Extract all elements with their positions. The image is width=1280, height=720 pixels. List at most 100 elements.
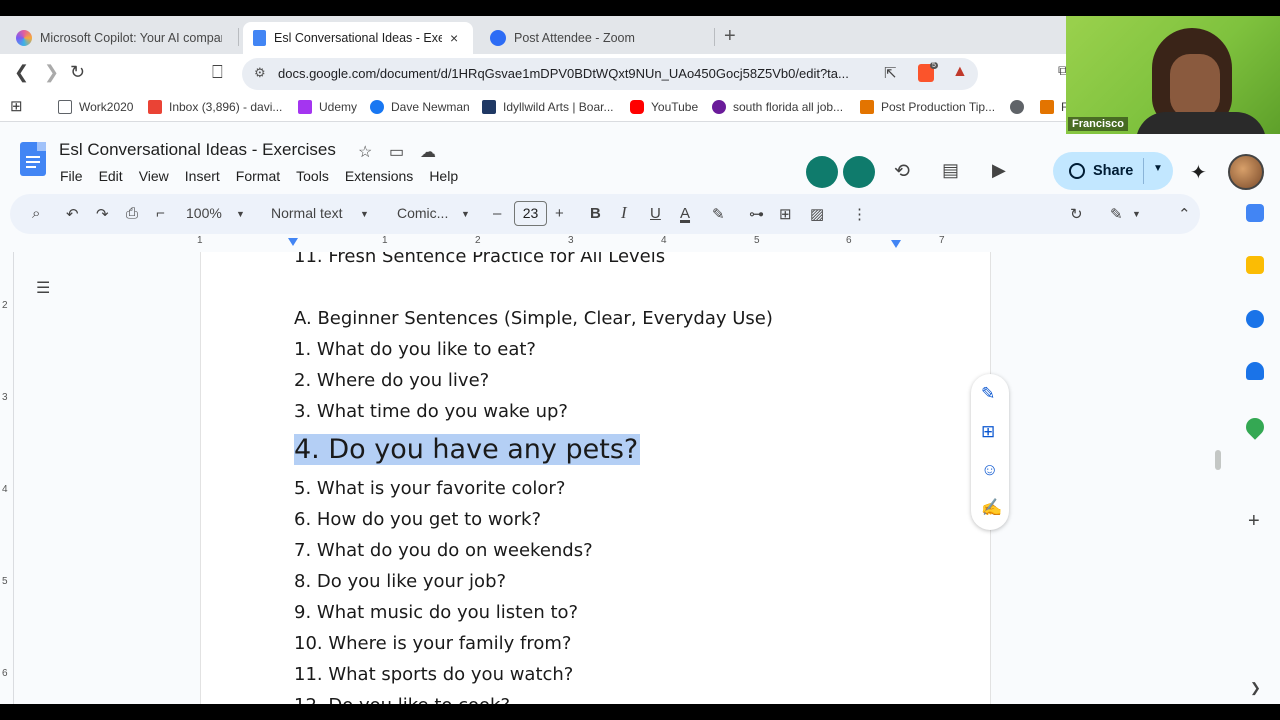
horizontal-ruler[interactable]: 1 1 2 3 4 5 6 7 — [197, 234, 990, 252]
menu-tools[interactable]: Tools — [296, 168, 329, 184]
avatar[interactable] — [1228, 154, 1264, 190]
undo-icon[interactable]: ↶ — [66, 205, 79, 223]
udemy-icon — [298, 100, 312, 114]
right-indent-marker[interactable] — [891, 240, 901, 248]
menu-format[interactable]: Format — [236, 168, 280, 184]
chevron-down-icon[interactable]: ▼ — [461, 209, 470, 219]
chevron-down-icon[interactable]: ▼ — [236, 209, 245, 219]
move-folder-icon[interactable]: ▭ — [389, 142, 404, 162]
highlight-color-icon[interactable]: ✎ — [712, 205, 725, 223]
bookmark-idyllwild[interactable]: Idyllwild Arts | Boar... — [482, 100, 614, 114]
add-comment-icon[interactable]: ⊞ — [981, 422, 995, 442]
ruler-number: 2 — [2, 300, 8, 311]
maps-icon[interactable] — [1242, 414, 1268, 440]
left-indent-marker[interactable] — [288, 238, 298, 246]
hide-menus-icon[interactable]: ⌃ — [1178, 205, 1191, 223]
tab-esl-doc[interactable]: Esl Conversational Ideas - Exercises × — [243, 22, 473, 54]
bookmark-udemy[interactable]: Udemy — [298, 100, 357, 114]
share-divider — [1143, 158, 1144, 184]
font-size-input[interactable]: 23 — [514, 201, 547, 226]
bookmark-post-production[interactable]: Post Production Tip... — [860, 100, 995, 114]
zoom-select[interactable]: 100% — [186, 205, 222, 221]
help-me-write-icon[interactable]: ✎ — [981, 384, 995, 404]
comments-icon[interactable]: ▤ — [942, 160, 959, 181]
url-field[interactable]: ⚙ docs.google.com/document/d/1HRqGsvae1m… — [242, 58, 978, 90]
bookmark-icon[interactable]: ⎕ — [212, 62, 223, 83]
text-color-button[interactable]: A — [680, 205, 690, 222]
tasks-icon[interactable] — [1246, 310, 1264, 328]
keep-icon[interactable] — [1246, 256, 1264, 274]
tab-copilot[interactable]: Microsoft Copilot: Your AI companion — [6, 22, 232, 54]
paint-format-icon[interactable]: ⌐ — [156, 205, 165, 222]
bookmark-dave-newman[interactable]: Dave Newman — [370, 100, 470, 114]
chevron-right-icon[interactable]: ❯ — [1250, 680, 1261, 696]
apps-icon[interactable]: ⊞ — [10, 97, 23, 115]
reload-icon[interactable]: ↻ — [70, 62, 85, 83]
contacts-icon[interactable] — [1246, 362, 1264, 380]
redo-icon[interactable]: ↷ — [96, 205, 109, 223]
spellcheck-icon[interactable]: ↻ — [1070, 205, 1083, 223]
increase-font-size-button[interactable]: + — [555, 205, 564, 222]
docs-logo-icon[interactable] — [20, 142, 46, 176]
peace-icon — [712, 100, 726, 114]
star-icon[interactable]: ☆ — [358, 142, 372, 162]
extension-owl-icon[interactable] — [806, 156, 838, 188]
selected-list-item[interactable]: 4. Do you have any pets? — [294, 427, 773, 473]
chevron-down-icon[interactable]: ▼ — [360, 209, 369, 219]
share-page-icon[interactable]: ⇱ — [884, 64, 897, 82]
chevron-down-icon[interactable]: ▼ — [1132, 209, 1141, 219]
italic-button[interactable]: I — [621, 203, 627, 223]
bookmark-youtube[interactable]: YouTube — [630, 100, 698, 114]
font-select[interactable]: Comic... — [397, 205, 448, 221]
bookmark-f[interactable]: F — [1040, 100, 1068, 114]
cloud-status-icon[interactable]: ☁ — [420, 142, 436, 162]
search-icon[interactable]: ⌕ — [32, 205, 40, 222]
version-history-icon[interactable]: ⟲ — [894, 160, 910, 183]
menu-help[interactable]: Help — [429, 168, 458, 184]
document-outline-icon[interactable]: ☰ — [36, 278, 50, 298]
back-icon[interactable]: ❮ — [14, 62, 29, 83]
editing-mode-icon[interactable]: ✎ — [1110, 205, 1123, 223]
forward-icon[interactable]: ❯ — [44, 62, 59, 83]
ruler-number: 4 — [661, 235, 667, 246]
gemini-icon[interactable]: ✦ — [1190, 160, 1207, 185]
menu-extensions[interactable]: Extensions — [345, 168, 413, 184]
extension-deer-icon[interactable] — [843, 156, 875, 188]
bookmark-work2020[interactable]: Work2020 — [58, 100, 133, 114]
menu-file[interactable]: File — [60, 168, 83, 184]
close-tab-icon[interactable]: × — [450, 30, 458, 46]
suggest-edits-icon[interactable]: ✍ — [981, 498, 1002, 518]
calendar-icon[interactable] — [1246, 204, 1264, 222]
brave-rewards-icon[interactable]: ▲ — [952, 63, 968, 81]
bookmark-globe[interactable] — [1010, 100, 1031, 114]
menu-view[interactable]: View — [139, 168, 169, 184]
bookmark-south-florida[interactable]: south florida all job... — [712, 100, 843, 114]
more-options-icon[interactable]: ⋮ — [852, 205, 867, 223]
document-page[interactable]: 11. Fresh Sentence Practice for All Leve… — [200, 252, 991, 704]
bold-button[interactable]: B — [590, 205, 601, 222]
meet-icon[interactable]: ▶ — [992, 160, 1006, 181]
add-addon-icon[interactable]: + — [1248, 510, 1260, 533]
add-comment-icon[interactable]: ⊞ — [779, 205, 792, 223]
underline-button[interactable]: U — [650, 205, 661, 222]
vertical-ruler[interactable]: 2 3 4 5 6 — [0, 252, 14, 704]
document-body[interactable]: 11. Fresh Sentence Practice for All Leve… — [294, 252, 773, 704]
bookmark-inbox[interactable]: Inbox (3,896) - davi... — [148, 100, 282, 114]
decrease-font-size-button[interactable]: – — [493, 205, 501, 222]
section-heading: 11. Fresh Sentence Practice for All Leve… — [294, 252, 666, 267]
style-select[interactable]: Normal text — [271, 205, 343, 221]
print-icon[interactable]: ⎙ — [126, 205, 138, 222]
document-title[interactable]: Esl Conversational Ideas - Exercises — [59, 140, 336, 160]
chevron-down-icon[interactable]: ▼ — [1153, 163, 1163, 174]
share-button[interactable]: Share ▼ — [1053, 152, 1173, 190]
tab-zoom[interactable]: Post Attendee - Zoom — [480, 22, 710, 54]
menu-edit[interactable]: Edit — [99, 168, 123, 184]
insert-link-icon[interactable]: ⊶ — [749, 205, 764, 223]
menu-insert[interactable]: Insert — [185, 168, 220, 184]
emoji-reaction-icon[interactable]: ☺ — [981, 460, 998, 480]
insert-image-icon[interactable]: ▨ — [810, 205, 824, 223]
scrollbar-thumb[interactable] — [1215, 450, 1221, 470]
site-info-icon[interactable]: ⚙ — [254, 65, 266, 81]
new-tab-button[interactable]: + — [724, 25, 736, 48]
